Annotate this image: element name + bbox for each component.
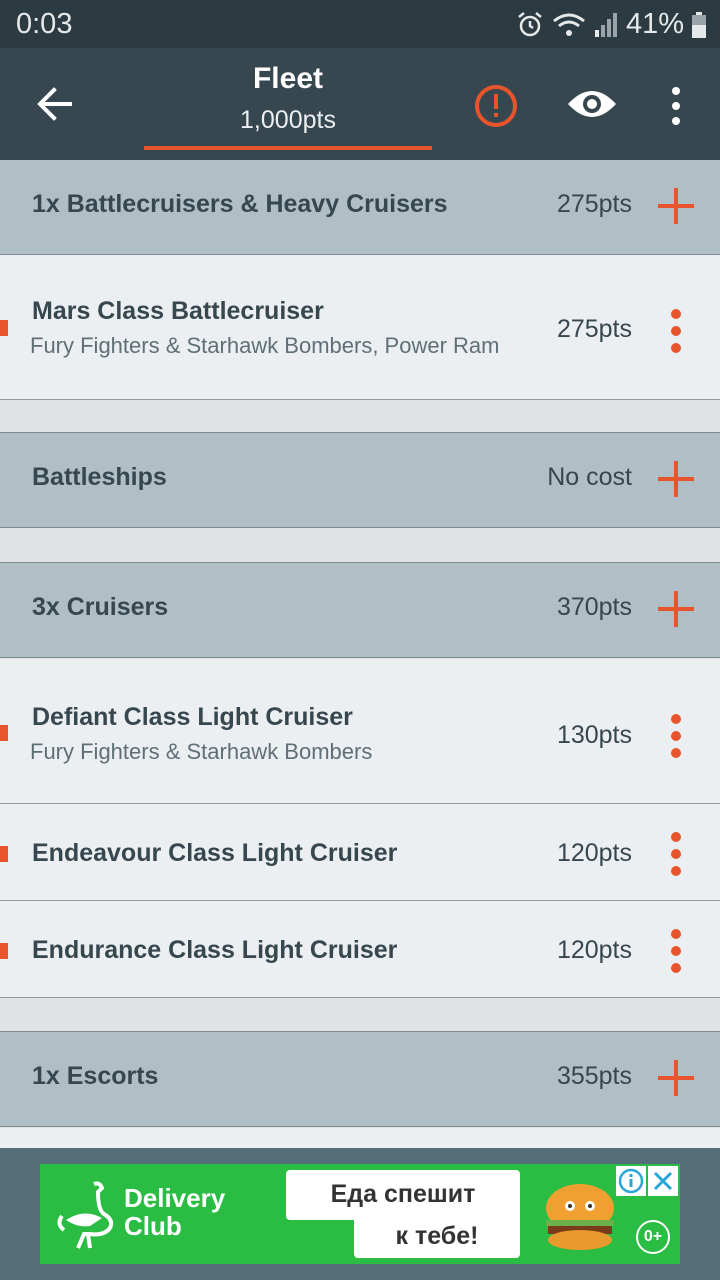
unit-cost: 120pts	[556, 839, 632, 867]
age-rating-badge: 0+	[636, 1220, 670, 1254]
unit-name: Defiant Class Light Cruiser	[32, 703, 353, 731]
group-cost: 355pts	[556, 1062, 632, 1090]
battery-percent: 41%	[625, 8, 684, 40]
preview-button[interactable]	[566, 84, 618, 124]
unit-name: Endeavour Class Light Cruiser	[32, 839, 398, 867]
unit-menu-button[interactable]	[666, 929, 686, 973]
signal-icon	[594, 12, 617, 37]
validation-warning-button[interactable]	[472, 82, 520, 130]
fleet-points: 1,000pts	[240, 106, 336, 134]
tab-indicator	[144, 146, 432, 150]
ad-close-button[interactable]	[648, 1166, 678, 1196]
add-unit-button[interactable]	[658, 1060, 694, 1096]
burger-mascot-icon	[546, 1184, 614, 1250]
group-label: 1x Battlecruisers & Heavy Cruisers	[32, 190, 448, 218]
arrow-back-icon	[37, 87, 72, 121]
unit-marker	[0, 320, 8, 336]
unit-marker	[0, 725, 8, 741]
status-bar: 0:03 41%	[0, 0, 720, 48]
unit-cost: 120pts	[556, 936, 632, 964]
info-icon	[618, 1168, 644, 1194]
page-title: Fleet	[252, 62, 324, 95]
add-unit-button[interactable]	[658, 188, 694, 224]
unit-name: Endurance Class Light Cruiser	[32, 936, 398, 964]
unit-row[interactable]	[0, 1128, 720, 1148]
fleet-tab[interactable]: Fleet 1,000pts	[144, 48, 432, 160]
alarm-icon	[518, 11, 542, 36]
unit-name: Mars Class Battlecruiser	[32, 297, 324, 325]
ad-info-button[interactable]	[616, 1166, 646, 1196]
unit-menu-button[interactable]	[666, 714, 686, 758]
ad-banner[interactable]: Delivery Club Еда спешит к тебе! 0+	[40, 1164, 680, 1264]
group-label: Battleships	[32, 463, 167, 491]
ad-brand-line2: Club	[124, 1211, 182, 1241]
group-header-battlecruisers[interactable]: 1x Battlecruisers & Heavy Cruisers 275pt…	[0, 160, 720, 255]
eye-icon	[568, 91, 616, 117]
add-unit-button[interactable]	[658, 591, 694, 627]
group-cost: No cost	[547, 463, 632, 491]
unit-upgrades: Fury Fighters & Starhawk Bombers	[30, 739, 373, 764]
unit-row[interactable]: Endurance Class Light Cruiser 120pts	[0, 901, 720, 998]
unit-row[interactable]: Mars Class Battlecruiser Fury Fighters &…	[0, 255, 720, 400]
group-label: 1x Escorts	[32, 1062, 159, 1090]
group-cost: 370pts	[556, 593, 632, 621]
unit-cost: 130pts	[556, 721, 632, 749]
fleet-list[interactable]: 1x Battlecruisers & Heavy Cruisers 275pt…	[0, 160, 720, 1148]
status-time: 0:03	[16, 8, 73, 40]
close-icon	[653, 1171, 673, 1191]
group-header-escorts[interactable]: 1x Escorts 355pts	[0, 1031, 720, 1127]
toolbar: Fleet 1,000pts	[0, 48, 720, 160]
ad-slogan-line1: Еда спешит	[330, 1180, 476, 1208]
unit-cost: 275pts	[556, 315, 632, 343]
unit-row[interactable]: Defiant Class Light Cruiser Fury Fighter…	[0, 659, 720, 804]
group-header-cruisers[interactable]: 3x Cruisers 370pts	[0, 562, 720, 658]
ad-brand: Delivery Club	[124, 1184, 225, 1240]
add-unit-button[interactable]	[658, 461, 694, 497]
overflow-menu-button[interactable]	[664, 82, 688, 130]
group-header-battleships[interactable]: Battleships No cost	[0, 432, 720, 528]
ad-slogan-line2: к тебе!	[395, 1222, 479, 1250]
wifi-icon	[553, 13, 585, 36]
error-icon	[475, 85, 517, 127]
unit-marker	[0, 943, 8, 959]
battery-icon	[692, 11, 706, 38]
ad-brand-line1: Delivery	[124, 1183, 226, 1213]
ad-container: Delivery Club Еда спешит к тебе! 0+	[0, 1148, 720, 1280]
unit-upgrades: Fury Fighters & Starhawk Bombers, Power …	[30, 333, 500, 358]
group-cost: 275pts	[556, 190, 632, 218]
ostrich-logo-icon	[57, 1181, 114, 1249]
back-button[interactable]	[28, 80, 84, 128]
ad-slogan: Еда спешит к тебе!	[286, 1170, 520, 1258]
unit-menu-button[interactable]	[666, 832, 686, 876]
unit-row[interactable]: Endeavour Class Light Cruiser 120pts	[0, 804, 720, 901]
unit-marker	[0, 846, 8, 862]
group-label: 3x Cruisers	[32, 593, 169, 621]
unit-menu-button[interactable]	[666, 309, 686, 353]
more-vert-icon	[672, 87, 680, 125]
